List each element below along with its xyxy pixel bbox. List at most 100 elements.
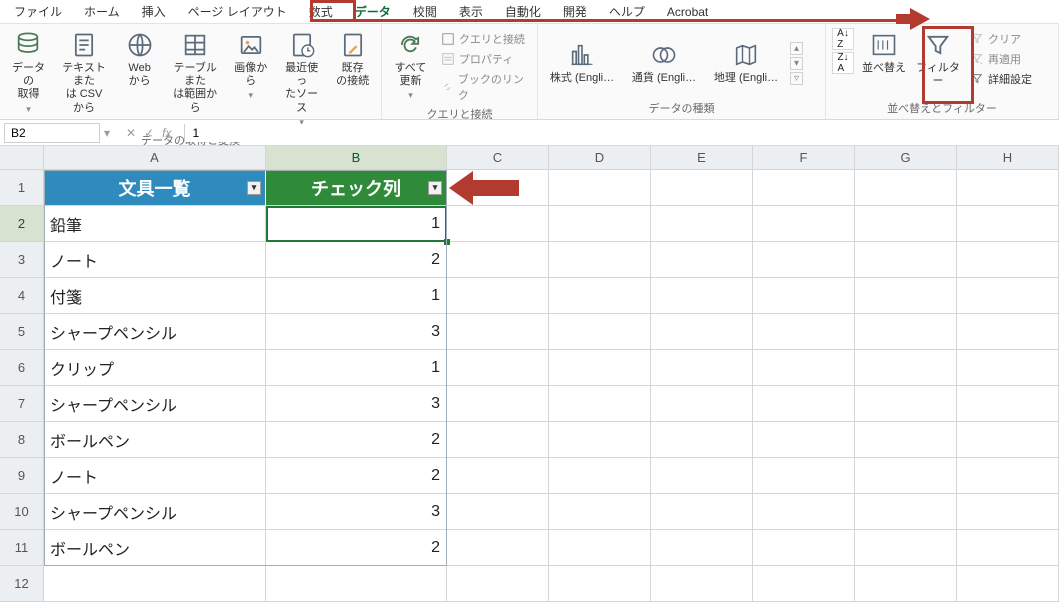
cell-E11[interactable] — [651, 530, 753, 566]
cell-C9[interactable] — [447, 458, 549, 494]
cell-G4[interactable] — [855, 278, 957, 314]
cell-H8[interactable] — [957, 422, 1059, 458]
tab-ページ レイアウト[interactable]: ページ レイアウト — [178, 0, 297, 24]
cell-A7[interactable]: シャープペンシル — [44, 386, 266, 422]
cell-G10[interactable] — [855, 494, 957, 530]
col-header-F[interactable]: F — [753, 146, 855, 170]
cell-C10[interactable] — [447, 494, 549, 530]
clear-filter-button[interactable]: クリア — [968, 30, 1034, 48]
cell-C6[interactable] — [447, 350, 549, 386]
sort-button[interactable]: 並べ替え — [860, 28, 908, 77]
cell-A9[interactable]: ノート — [44, 458, 266, 494]
row-header-10[interactable]: 10 — [0, 494, 44, 530]
queries-conn-button[interactable]: クエリと接続 — [439, 30, 531, 48]
cell-H2[interactable] — [957, 206, 1059, 242]
row-header-6[interactable]: 6 — [0, 350, 44, 386]
cell-E12[interactable] — [651, 566, 753, 602]
cancel-formula-icon[interactable]: ✕ — [126, 126, 136, 140]
row-header-2[interactable]: 2 — [0, 206, 44, 242]
cell-D10[interactable] — [549, 494, 651, 530]
cell-H5[interactable] — [957, 314, 1059, 350]
row-header-12[interactable]: 12 — [0, 566, 44, 602]
cell-D1[interactable] — [549, 170, 651, 206]
tab-数式[interactable]: 数式 — [299, 0, 343, 24]
scroll-up-icon[interactable]: ▴ — [790, 42, 803, 55]
cell-G7[interactable] — [855, 386, 957, 422]
cell-F7[interactable] — [753, 386, 855, 422]
name-box-dd[interactable]: ▾ — [100, 126, 114, 140]
cell-E6[interactable] — [651, 350, 753, 386]
cell-F9[interactable] — [753, 458, 855, 494]
fx-icon[interactable]: fx — [162, 126, 171, 140]
cell-D9[interactable] — [549, 458, 651, 494]
col-header-D[interactable]: D — [549, 146, 651, 170]
cell-H12[interactable] — [957, 566, 1059, 602]
cell-B3[interactable]: 2 — [266, 242, 447, 278]
cell-G6[interactable] — [855, 350, 957, 386]
cell-C7[interactable] — [447, 386, 549, 422]
cell-D12[interactable] — [549, 566, 651, 602]
from-image-button[interactable]: 画像か ら ▾ — [228, 28, 273, 103]
tab-ホーム[interactable]: ホーム — [74, 0, 130, 24]
cell-C11[interactable] — [447, 530, 549, 566]
tab-挿入[interactable]: 挿入 — [132, 0, 176, 24]
from-table-button[interactable]: テーブルまた は範囲から — [168, 28, 222, 117]
col-header-G[interactable]: G — [855, 146, 957, 170]
table-header-b[interactable]: チェック列▾ — [266, 170, 447, 206]
cell-D11[interactable] — [549, 530, 651, 566]
enter-formula-icon[interactable]: ✓ — [144, 126, 154, 140]
cell-G12[interactable] — [855, 566, 957, 602]
cell-H3[interactable] — [957, 242, 1059, 278]
cell-H4[interactable] — [957, 278, 1059, 314]
row-header-5[interactable]: 5 — [0, 314, 44, 350]
recent-sources-button[interactable]: 最近使っ たソース ▾ — [279, 28, 324, 130]
tab-ファイル[interactable]: ファイル — [4, 0, 72, 24]
cell-D7[interactable] — [549, 386, 651, 422]
col-header-H[interactable]: H — [957, 146, 1059, 170]
cell-E9[interactable] — [651, 458, 753, 494]
cell-F12[interactable] — [753, 566, 855, 602]
cell-F8[interactable] — [753, 422, 855, 458]
cell-D5[interactable] — [549, 314, 651, 350]
row-header-9[interactable]: 9 — [0, 458, 44, 494]
cell-C3[interactable] — [447, 242, 549, 278]
cell-D4[interactable] — [549, 278, 651, 314]
tab-自動化[interactable]: 自動化 — [495, 0, 551, 24]
cell-H11[interactable] — [957, 530, 1059, 566]
cell-A6[interactable]: クリップ — [44, 350, 266, 386]
cell-E4[interactable] — [651, 278, 753, 314]
cell-B2[interactable]: 1 — [266, 206, 447, 242]
cell-F4[interactable] — [753, 278, 855, 314]
cell-A2[interactable]: 鉛筆 — [44, 206, 266, 242]
cell-A11[interactable]: ボールペン — [44, 530, 266, 566]
tab-Acrobat[interactable]: Acrobat — [657, 1, 718, 23]
cell-D6[interactable] — [549, 350, 651, 386]
cell-C8[interactable] — [447, 422, 549, 458]
filter-toggle-b[interactable]: ▾ — [428, 181, 442, 195]
row-header-3[interactable]: 3 — [0, 242, 44, 278]
cell-B12[interactable] — [266, 566, 447, 602]
cell-A10[interactable]: シャープペンシル — [44, 494, 266, 530]
currency-datatype-button[interactable]: 通貨 (Engli… — [626, 38, 702, 87]
sort-desc-button[interactable]: Z↓A — [832, 52, 854, 74]
tab-データ[interactable]: データ — [345, 0, 401, 24]
tab-ヘルプ[interactable]: ヘルプ — [599, 0, 655, 24]
col-header-C[interactable]: C — [447, 146, 549, 170]
table-header-a[interactable]: 文具一覧▾ — [44, 170, 266, 206]
scroll-down-icon[interactable]: ▾ — [790, 57, 803, 70]
filter-toggle-a[interactable]: ▾ — [247, 181, 261, 195]
select-all-corner[interactable] — [0, 146, 44, 170]
cell-G3[interactable] — [855, 242, 957, 278]
cell-B5[interactable]: 3 — [266, 314, 447, 350]
cell-B4[interactable]: 1 — [266, 278, 447, 314]
tab-表示[interactable]: 表示 — [449, 0, 493, 24]
cell-G8[interactable] — [855, 422, 957, 458]
cell-B9[interactable]: 2 — [266, 458, 447, 494]
workbook-links-button[interactable]: ブックのリンク — [439, 70, 531, 104]
cell-G11[interactable] — [855, 530, 957, 566]
existing-conn-button[interactable]: 既存 の接続 — [330, 28, 375, 90]
col-header-B[interactable]: B — [266, 146, 447, 170]
cell-D2[interactable] — [549, 206, 651, 242]
cell-D8[interactable] — [549, 422, 651, 458]
formula-input[interactable] — [185, 124, 1059, 142]
